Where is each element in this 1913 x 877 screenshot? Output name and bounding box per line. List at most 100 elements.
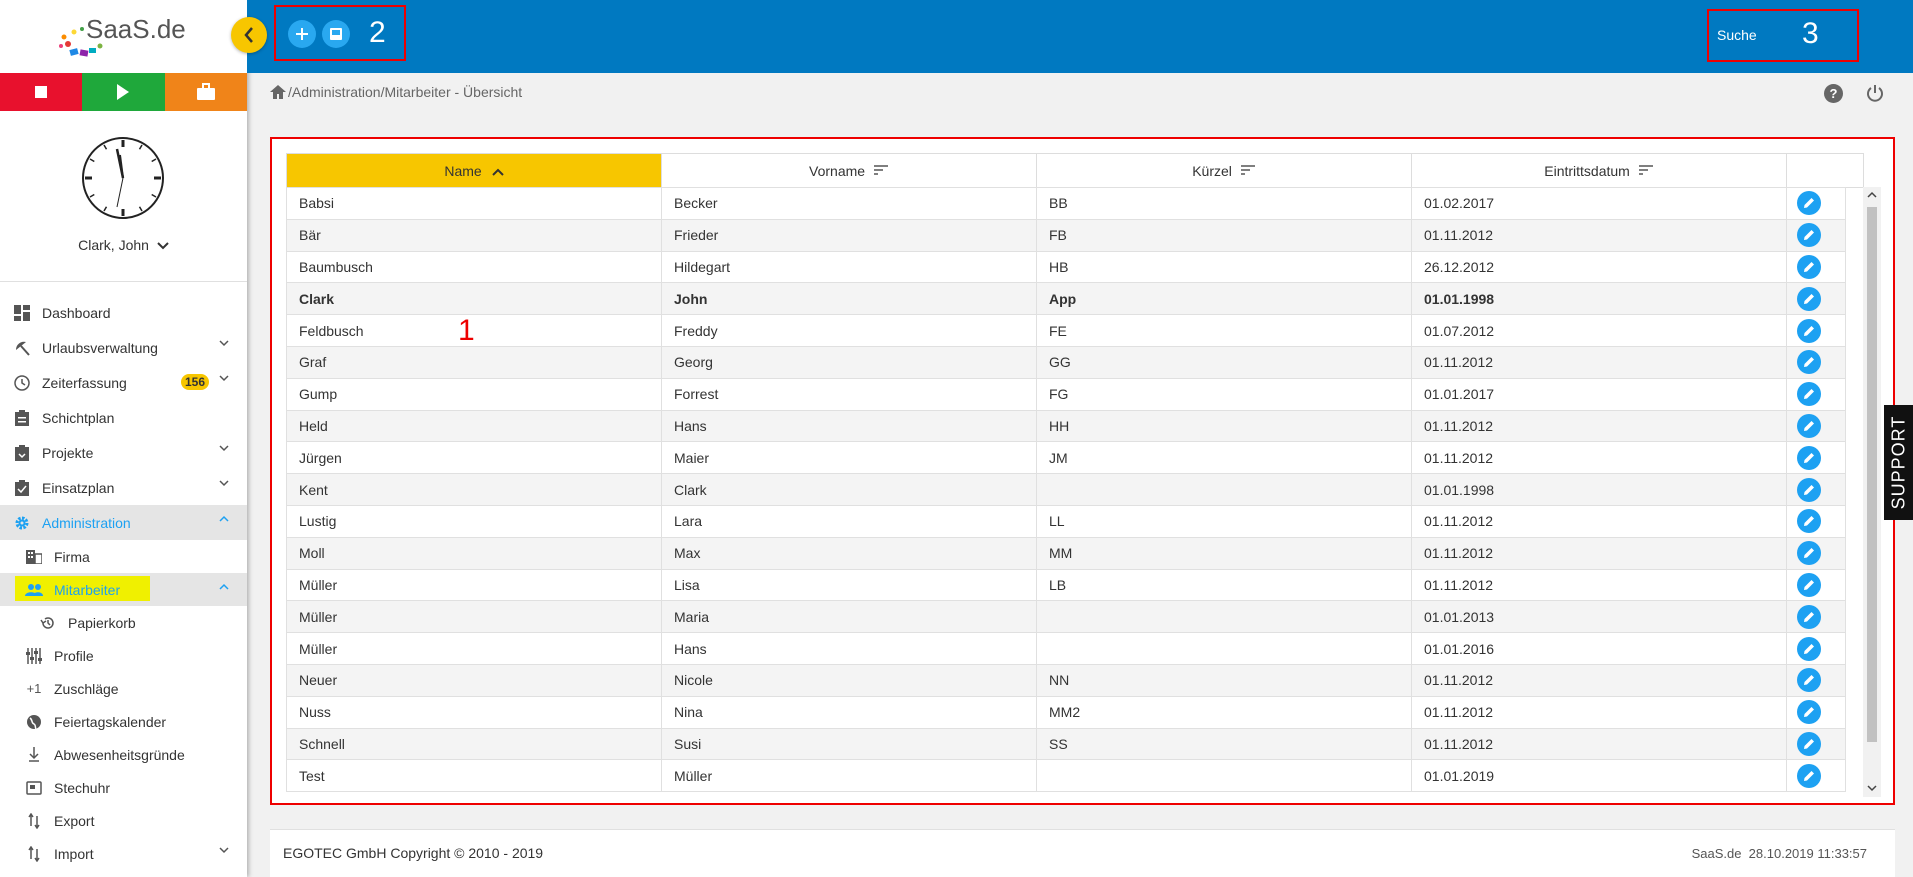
edit-button[interactable] xyxy=(1797,731,1821,756)
table-row[interactable]: Graf Georg GG 01.11.2012 xyxy=(286,345,1846,379)
home-icon[interactable] xyxy=(270,85,286,99)
edit-button[interactable] xyxy=(1797,445,1821,470)
stop-button[interactable] xyxy=(0,73,83,111)
table-cell: Kent xyxy=(286,473,662,506)
table-row[interactable]: Gump Forrest FG 01.01.2017 xyxy=(286,377,1846,411)
sidebar-item-label: Abwesenheitsgründe xyxy=(54,746,185,763)
user-menu[interactable]: Clark, John xyxy=(0,237,247,253)
table-row[interactable]: Schnell Susi SS 01.11.2012 xyxy=(286,727,1846,761)
table-row[interactable]: Feldbusch Freddy FE 01.07.2012 xyxy=(286,314,1846,347)
help-icon[interactable]: ? xyxy=(1824,84,1843,103)
sidebar-item-label: Export xyxy=(54,812,95,829)
column-header-vorname[interactable]: Vorname xyxy=(661,153,1037,188)
topbar: 2 3 xyxy=(247,0,1913,73)
breadcrumb-path[interactable]: /Administration/Mitarbeiter - Übersicht xyxy=(288,84,522,100)
table-row[interactable]: Moll Max MM 01.11.2012 xyxy=(286,536,1846,570)
edit-button[interactable] xyxy=(1797,413,1821,438)
edit-button[interactable] xyxy=(1797,350,1821,375)
sidebar-item-urlaubsverwaltung[interactable]: Urlaubsverwaltung xyxy=(0,330,247,365)
edit-button[interactable] xyxy=(1797,763,1821,788)
table-row[interactable]: Müller Lisa LB 01.11.2012 xyxy=(286,568,1846,602)
edit-button[interactable] xyxy=(1797,604,1821,629)
sidebar-item-projekte[interactable]: Projekte xyxy=(0,435,247,470)
scrollbar[interactable] xyxy=(1863,187,1881,797)
sidebar-item-mitarbeiter[interactable]: Mitarbeiter xyxy=(0,573,247,606)
dashboard-icon xyxy=(12,303,32,323)
edit-button[interactable] xyxy=(1797,477,1821,502)
sidebar-item-import[interactable]: Import xyxy=(0,837,247,870)
table-row[interactable]: Nuss Nina MM2 01.11.2012 xyxy=(286,695,1846,729)
sidebar-item-export[interactable]: Export xyxy=(0,804,247,837)
action-cell xyxy=(1786,314,1846,347)
sidebar-item-zuschlaege[interactable]: +1 Zuschläge xyxy=(0,672,247,705)
edit-button[interactable] xyxy=(1797,254,1821,279)
table-row[interactable]: Baumbusch Hildegart HB 26.12.2012 xyxy=(286,250,1846,284)
pencil-icon xyxy=(1804,325,1814,336)
table-row[interactable]: Müller Hans 01.01.2016 xyxy=(286,632,1846,665)
sort-arrows-icon xyxy=(24,844,44,864)
power-icon[interactable] xyxy=(1866,84,1884,102)
table-row[interactable]: Jürgen Maier JM 01.11.2012 xyxy=(286,441,1846,475)
annotation-label-1: 1 xyxy=(458,314,475,347)
sidebar-item-profile[interactable]: Profile xyxy=(0,639,247,672)
table-row[interactable]: Test Müller 01.01.2019 xyxy=(286,759,1846,793)
edit-button[interactable] xyxy=(1797,223,1821,248)
logo[interactable]: SaaS.de xyxy=(0,0,247,73)
table-row[interactable]: Müller Maria 01.01.2013 xyxy=(286,600,1846,634)
table-row[interactable]: Kent Clark 01.01.1998 xyxy=(286,473,1846,506)
table-cell: Hans xyxy=(661,632,1037,665)
column-header-eintrittsdatum[interactable]: Eintrittsdatum xyxy=(1411,153,1787,188)
table-row[interactable]: Clark John App 01.01.1998 xyxy=(286,282,1846,316)
table-row[interactable]: Lustig Lara LL 01.11.2012 xyxy=(286,504,1846,538)
scrollbar-thumb[interactable] xyxy=(1867,207,1877,742)
edit-button[interactable] xyxy=(1797,572,1821,597)
sidebar-item-zeiterfassung[interactable]: Zeiterfassung 156 xyxy=(0,365,247,400)
collapse-sidebar-button[interactable] xyxy=(231,17,267,53)
table-cell: Lara xyxy=(661,504,1037,538)
sidebar-item-administration[interactable]: Administration xyxy=(0,505,247,540)
edit-button[interactable] xyxy=(1797,668,1821,693)
pencil-icon xyxy=(1804,261,1814,272)
edit-button[interactable] xyxy=(1797,286,1821,311)
annotation-label-2: 2 xyxy=(369,16,386,49)
table-cell: Frieder xyxy=(661,218,1037,252)
table-row[interactable]: Babsi Becker BB 01.02.2017 xyxy=(286,187,1846,220)
edit-button[interactable] xyxy=(1797,382,1821,407)
briefcase-button[interactable] xyxy=(164,73,247,111)
table-cell: HH xyxy=(1036,409,1412,443)
add-button[interactable] xyxy=(288,20,316,48)
sidebar-item-abwesenheitsgruende[interactable]: Abwesenheitsgründe xyxy=(0,738,247,771)
table-row[interactable]: Held Hans HH 01.11.2012 xyxy=(286,409,1846,443)
sidebar-item-papierkorb[interactable]: Papierkorb xyxy=(0,606,247,639)
edit-button[interactable] xyxy=(1797,509,1821,534)
search-input[interactable] xyxy=(1717,22,1797,48)
table-row[interactable]: Bär Frieder FB 01.11.2012 xyxy=(286,218,1846,252)
pencil-icon xyxy=(1804,198,1814,209)
edit-button[interactable] xyxy=(1797,318,1821,343)
chevron-up-icon xyxy=(219,515,229,522)
table-cell: Forrest xyxy=(661,377,1037,411)
edit-button[interactable] xyxy=(1797,636,1821,661)
edit-button[interactable] xyxy=(1797,700,1821,725)
pencil-icon xyxy=(1804,516,1814,527)
scroll-up-icon[interactable] xyxy=(1867,191,1877,198)
sidebar-item-feiertagskalender[interactable]: Feiertagskalender xyxy=(0,705,247,738)
sidebar-item-stechuhr[interactable]: Stechuhr xyxy=(0,771,247,804)
table-row[interactable]: Neuer Nicole NN 01.11.2012 xyxy=(286,663,1846,697)
column-header-kuerzel[interactable]: Kürzel xyxy=(1036,153,1412,188)
edit-button[interactable] xyxy=(1797,191,1821,216)
sidebar-item-dashboard[interactable]: Dashboard xyxy=(0,295,247,330)
inbox-button[interactable] xyxy=(322,20,350,48)
sidebar-item-firma[interactable]: Firma xyxy=(0,540,247,573)
sidebar-item-schichtplan[interactable]: Schichtplan xyxy=(0,400,247,435)
sidebar-item-einsatzplan[interactable]: Einsatzplan xyxy=(0,470,247,505)
support-tab[interactable]: SUPPORT xyxy=(1884,405,1913,520)
play-button[interactable] xyxy=(82,73,165,111)
scroll-down-icon[interactable] xyxy=(1867,785,1877,792)
table-body[interactable]: Babsi Becker BB 01.02.2017 Bär Frieder FB 01.11… xyxy=(286,187,1881,797)
table-cell xyxy=(1036,473,1412,506)
beach-umbrella-icon xyxy=(12,338,32,358)
edit-button[interactable] xyxy=(1797,541,1821,566)
column-header-name[interactable]: Name xyxy=(286,153,662,188)
table-cell: BB xyxy=(1036,187,1412,220)
